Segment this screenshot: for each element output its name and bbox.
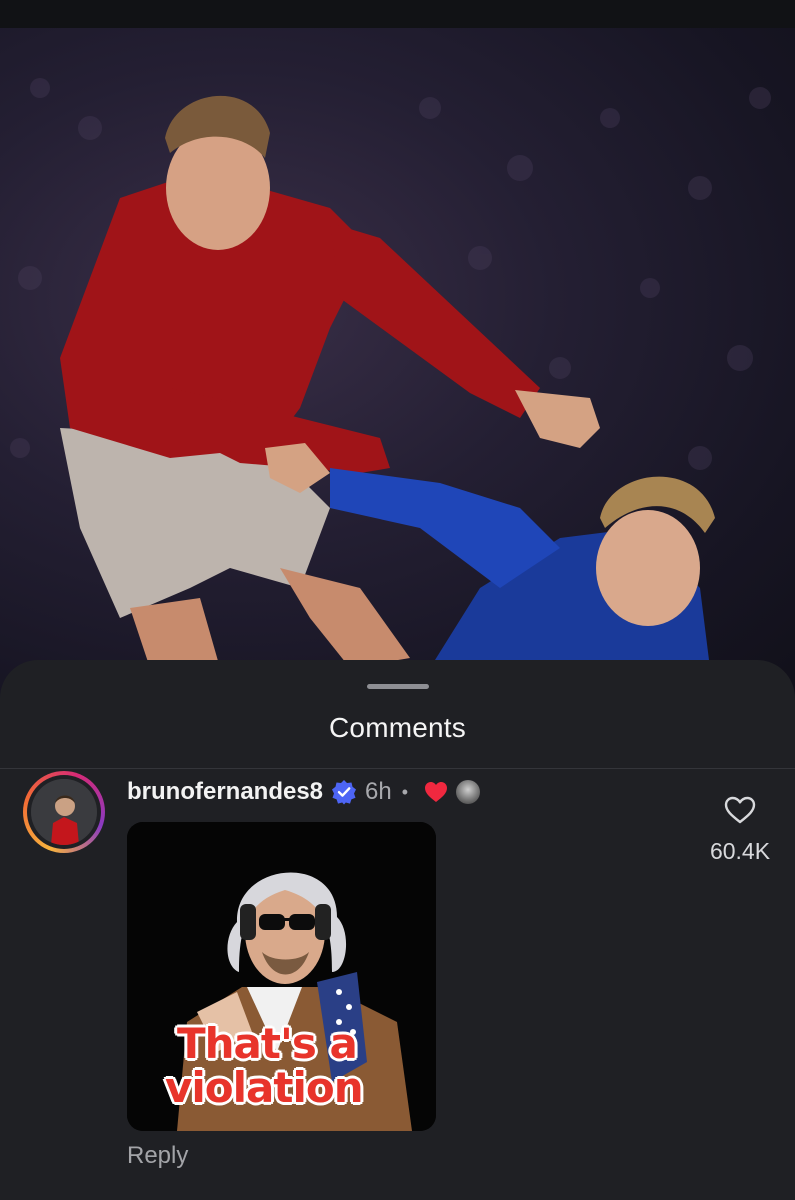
gif-caption: That's a violation — [165, 1019, 364, 1112]
heart-outline-icon[interactable] — [724, 796, 756, 824]
like-control[interactable]: 60.4K — [700, 796, 780, 865]
reply-button[interactable]: Reply — [127, 1142, 188, 1170]
verified-badge-icon — [332, 780, 357, 805]
comments-sheet: Comments brunofernandes8 6h • 60.4K That… — [0, 660, 795, 1200]
comment-time: 6h — [365, 778, 392, 805]
comment-username[interactable]: brunofernandes8 — [127, 778, 323, 806]
football-photo-illustration — [10, 78, 771, 668]
heart-filled-icon — [425, 782, 448, 802]
separator-dot: • — [401, 781, 409, 802]
divider — [0, 768, 795, 769]
like-count: 60.4K — [709, 838, 771, 864]
post-photo[interactable] — [0, 28, 795, 708]
status-bar — [0, 0, 795, 28]
liked-by-creator-avatar — [456, 780, 481, 804]
instagram-post-comments-screen: Comments brunofernandes8 6h • 60.4K That… — [0, 0, 795, 1200]
avatar-image — [31, 779, 97, 845]
comment-header: brunofernandes8 6h • — [127, 776, 481, 808]
comment-gif[interactable]: That's a violation — [127, 822, 436, 1131]
avatar[interactable] — [23, 771, 105, 853]
drag-handle[interactable] — [367, 684, 429, 689]
sheet-title: Comments — [329, 712, 466, 743]
